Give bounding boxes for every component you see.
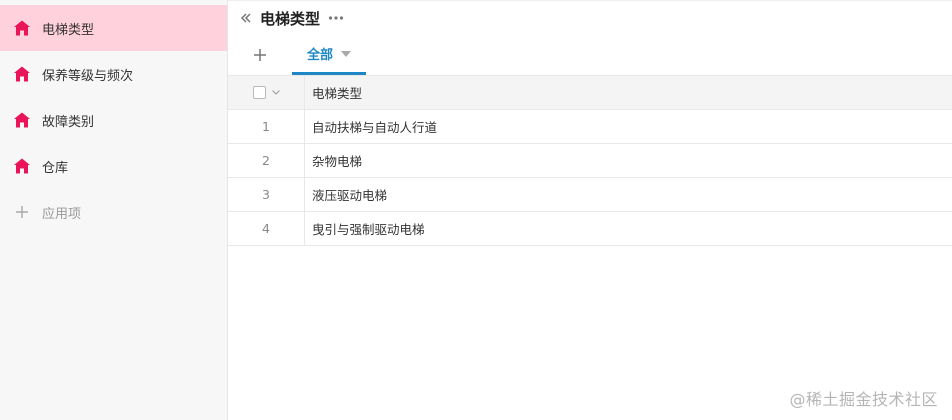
home-icon	[12, 110, 32, 130]
chevron-down-icon[interactable]	[271, 90, 280, 95]
table-row[interactable]: 3 液压驱动电梯	[228, 178, 952, 212]
sidebar-item-label: 仓库	[42, 160, 69, 176]
table-header-row: 电梯类型	[228, 76, 952, 110]
add-app-item-label: 应用项	[42, 206, 82, 222]
row-name[interactable]: 自动扶梯与自动人行道	[305, 110, 952, 143]
page-header: 电梯类型	[228, 1, 952, 35]
row-index: 4	[228, 212, 305, 245]
home-icon	[12, 64, 32, 84]
add-app-item-button[interactable]: 应用项	[0, 189, 227, 235]
table-row[interactable]: 2 杂物电梯	[228, 144, 952, 178]
column-header-elevator-type[interactable]: 电梯类型	[305, 76, 952, 109]
home-icon	[12, 156, 32, 176]
select-all-checkbox[interactable]	[252, 86, 266, 99]
sidebar-item-maintenance-levels[interactable]: 保养等级与频次	[0, 51, 227, 97]
sidebar-item-fault-categories[interactable]: 故障类别	[0, 97, 227, 143]
sidebar-item-label: 电梯类型	[42, 22, 95, 38]
row-index: 2	[228, 144, 305, 177]
records-table: 电梯类型 1 自动扶梯与自动人行道 2 杂物电梯 3 液压驱动电梯 4 曳引与强…	[228, 75, 952, 246]
more-options-icon[interactable]	[328, 15, 344, 21]
row-name[interactable]: 曳引与强制驱动电梯	[305, 212, 952, 245]
row-index: 3	[228, 178, 305, 211]
view-tabs: 全部	[228, 35, 952, 75]
table-row[interactable]: 1 自动扶梯与自动人行道	[228, 110, 952, 144]
home-icon	[12, 18, 32, 38]
plus-icon	[254, 49, 266, 61]
main-panel: 电梯类型 全部 电梯类型 1 自动扶梯与自动人行道 2 杂物电梯 3 液压驱动电…	[228, 0, 952, 420]
tab-all[interactable]: 全部	[292, 35, 366, 75]
tab-label: 全部	[306, 48, 333, 63]
sidebar-item-elevator-types[interactable]: 电梯类型	[0, 5, 227, 51]
sidebar-item-warehouse[interactable]: 仓库	[0, 143, 227, 189]
caret-down-icon[interactable]	[341, 50, 351, 57]
page-title: 电梯类型	[260, 9, 321, 28]
table-row[interactable]: 4 曳引与强制驱动电梯	[228, 212, 952, 246]
watermark: @稀土掘金技术社区	[789, 390, 938, 409]
sidebar-item-label: 保养等级与频次	[42, 68, 134, 84]
add-view-button[interactable]	[228, 35, 292, 75]
row-name[interactable]: 杂物电梯	[305, 144, 952, 177]
row-name[interactable]: 液压驱动电梯	[305, 178, 952, 211]
app-window: 电梯类型 保养等级与频次 故障类别 仓库 应用项 电梯类型 全部 电梯类型 1 …	[0, 0, 952, 420]
plus-icon	[12, 202, 32, 222]
row-index: 1	[228, 110, 305, 143]
sidebar-item-label: 故障类别	[42, 114, 95, 130]
collapse-sidebar-icon[interactable]	[238, 10, 254, 26]
sidebar: 电梯类型 保养等级与频次 故障类别 仓库 应用项	[0, 0, 228, 420]
select-all-cell	[228, 76, 305, 109]
